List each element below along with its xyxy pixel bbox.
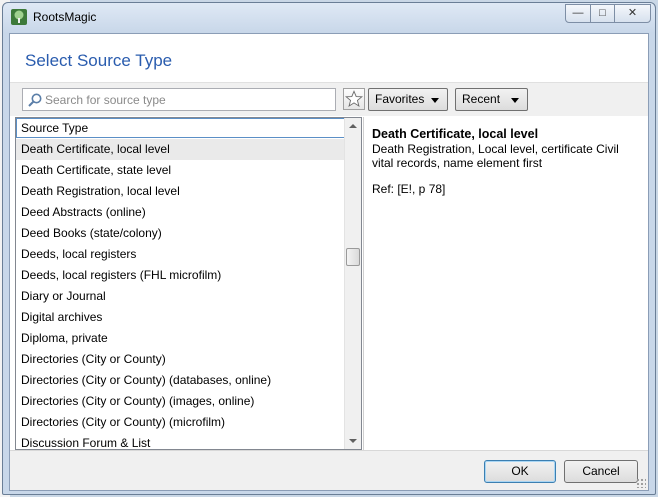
detail-description: Death Registration, Local level, certifi… [372,142,619,170]
recent-label: Recent [462,92,501,106]
roots-magic-tree-icon [11,9,27,25]
cancel-button[interactable]: Cancel [564,460,638,483]
list-item[interactable]: Deed Abstracts (online) [16,202,345,223]
detail-pane: Death Certificate, local level Death Reg… [363,117,648,450]
chevron-down-icon [431,98,439,103]
list-item[interactable]: Directories (City or County) (images, on… [16,391,345,412]
list-item[interactable]: Deed Books (state/colony) [16,223,345,244]
list-item[interactable]: Death Certificate, state level [16,160,345,181]
star-icon [344,90,364,107]
title-bar[interactable]: RootsMagic — □ ✕ [3,3,655,31]
source-type-list[interactable]: Source Type Death Certificate, local lev… [15,117,362,450]
dialog-header: Select Source Type [10,34,648,82]
search-icon [28,93,42,107]
list-item[interactable]: Death Certificate, local level [16,139,345,160]
list-header[interactable]: Source Type [16,118,345,138]
toolbar: Favorites Recent [10,82,648,116]
list-item[interactable]: Directories (City or County) (microfilm) [16,412,345,433]
ok-button[interactable]: OK [484,460,556,483]
list-item[interactable]: Directories (City or County) (databases,… [16,370,345,391]
close-button[interactable]: ✕ [614,4,651,23]
resize-grip-icon[interactable] [636,478,646,488]
list-item[interactable]: Diploma, private [16,328,345,349]
add-favorite-button[interactable] [343,88,365,110]
vertical-scrollbar[interactable] [344,118,361,449]
list-item[interactable]: Directories (City or County) [16,349,345,370]
list-item[interactable]: Deeds, local registers [16,244,345,265]
app-title: RootsMagic [33,10,97,24]
list-item[interactable]: Discussion Forum & List [16,433,345,449]
search-box[interactable] [22,88,336,111]
list-item[interactable]: Death Registration, local level [16,181,345,202]
search-input[interactable] [45,91,331,108]
dialog-title: Select Source Type [25,51,173,70]
chevron-down-icon [511,98,519,103]
list-item[interactable]: Diary or Journal [16,286,345,307]
recent-dropdown[interactable]: Recent [455,88,528,111]
maximize-button[interactable]: □ [590,4,615,23]
minimize-button[interactable]: — [565,4,591,23]
scroll-thumb[interactable] [346,248,360,266]
detail-title: Death Certificate, local level [372,127,539,141]
dialog-window: RootsMagic — □ ✕ Select Source Type Fa [2,2,656,495]
list-rows: Death Certificate, local level Death Cert… [16,139,345,449]
dialog-footer: OK Cancel [10,450,648,490]
list-item[interactable]: Digital archives [16,307,345,328]
favorites-label: Favorites [375,92,425,106]
detail-reference: Ref: [E!, p 78] [372,182,446,196]
favorites-dropdown[interactable]: Favorites [368,88,448,111]
list-item[interactable]: Deeds, local registers (FHL microfilm) [16,265,345,286]
scroll-up-icon[interactable] [345,118,361,135]
dialog-client: Select Source Type Favorites Recent [9,33,649,491]
scroll-down-icon[interactable] [345,432,361,449]
